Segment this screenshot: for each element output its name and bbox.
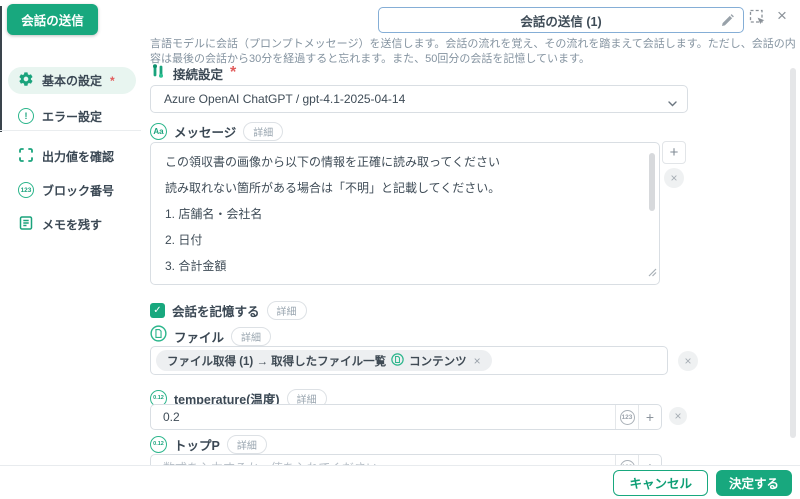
select-block-icon[interactable] xyxy=(749,9,767,32)
formula-123-button[interactable]: 123 xyxy=(615,405,638,429)
sidebar-item-error-settings[interactable]: ! エラー設定 xyxy=(8,105,102,127)
remember-checkbox[interactable]: ✓ xyxy=(150,303,165,318)
add-message-button[interactable]: + xyxy=(662,141,686,164)
submit-button[interactable]: 決定する xyxy=(716,470,792,496)
top-p-label: トップP xyxy=(174,435,220,454)
block-settings-modal: 会話の送信 会話の送信 (1) × 言語モデルに会話（プロンプトメッセージ）を送… xyxy=(0,0,800,499)
message-label: メッセージ xyxy=(174,122,236,141)
remember-label: 会話を記憶する xyxy=(172,301,260,320)
required-asterisk: * xyxy=(110,74,115,88)
connection-label-row: 接続設定 * xyxy=(150,63,236,83)
text-aa-icon: Aa xyxy=(150,123,167,140)
detail-badge[interactable]: 詳細 xyxy=(227,435,267,454)
detail-badge[interactable]: 詳細 xyxy=(267,301,307,320)
block-type-tab[interactable]: 会話の送信 xyxy=(7,4,98,35)
remove-temperature-button[interactable]: × xyxy=(669,407,687,425)
temperature-value: 0.2 xyxy=(151,410,615,424)
detail-badge[interactable]: 詳細 xyxy=(231,327,271,346)
file-circle-icon xyxy=(150,325,167,347)
gear-icon xyxy=(18,71,34,90)
message-textarea[interactable]: この領収書の画像から以下の情報を正確に読み取ってください 読み取れない箇所がある… xyxy=(150,142,660,285)
background-canvas-edge xyxy=(0,6,2,132)
file-token-chip[interactable]: ファイル取得 (1) → 取得したファイル一覧 コンテンツ × xyxy=(156,350,492,371)
sidebar-item-leave-memo[interactable]: メモを残す xyxy=(8,213,102,235)
sidebar-item-label: 基本の設定 xyxy=(42,72,102,89)
gray-123-icon: 123 xyxy=(620,410,635,425)
textarea-scrollbar-thumb[interactable] xyxy=(649,153,655,211)
resize-handle-icon[interactable] xyxy=(648,264,657,282)
modal-footer: キャンセル 決定する xyxy=(0,465,800,499)
block-title-text: 会話の送信 (1) xyxy=(520,11,601,30)
required-asterisk: * xyxy=(230,64,236,82)
message-label-row: Aa メッセージ 詳細 xyxy=(150,121,283,141)
sidebar-item-check-output[interactable]: 出力値を確認 xyxy=(8,145,114,167)
connection-label: 接続設定 xyxy=(173,64,223,83)
top-p-label-row: 0.12 トップP 詳細 xyxy=(150,434,267,454)
output-corners-icon xyxy=(18,147,34,166)
memo-icon xyxy=(18,215,34,234)
token-text: ファイル取得 (1) → 取得したファイル一覧 xyxy=(167,353,386,369)
error-exclamation-icon: ! xyxy=(18,108,34,124)
number-123-icon: 123 xyxy=(18,182,34,198)
chevron-down-icon xyxy=(668,96,677,110)
sidebar-item-label: ブロック番号 xyxy=(42,182,114,199)
sidebar-item-basic-settings[interactable]: 基本の設定 * xyxy=(8,67,136,94)
sidebar-item-block-number[interactable]: 123 ブロック番号 xyxy=(8,179,114,201)
file-icon xyxy=(391,353,404,369)
remember-row: ✓ 会話を記憶する 詳細 xyxy=(150,300,307,320)
sidebar-item-label: メモを残す xyxy=(42,216,102,233)
dialog-scrollbar-thumb[interactable] xyxy=(790,68,796,438)
file-label-row: ファイル 詳細 xyxy=(150,326,271,346)
check-icon: ✓ xyxy=(153,305,161,316)
message-text: この領収書の画像から以下の情報を正確に読み取ってください 読み取れない箇所がある… xyxy=(165,149,643,285)
edit-title-pencil-icon[interactable] xyxy=(721,13,735,30)
connection-select[interactable]: Azure OpenAI ChatGPT / gpt-4.1-2025-04-1… xyxy=(150,85,688,113)
sidebar-item-label: 出力値を確認 xyxy=(42,148,114,165)
temperature-input[interactable]: 0.2 123 + xyxy=(150,404,662,430)
remove-file-button[interactable]: × xyxy=(678,351,698,371)
sidebar-item-label: エラー設定 xyxy=(42,108,102,125)
connection-icon xyxy=(150,63,166,84)
file-label: ファイル xyxy=(174,327,224,346)
add-temperature-button[interactable]: + xyxy=(638,405,661,429)
close-icon[interactable]: × xyxy=(772,5,792,27)
decimal-012-icon: 0.12 xyxy=(150,436,167,453)
detail-badge[interactable]: 詳細 xyxy=(243,122,283,141)
block-title-input[interactable]: 会話の送信 (1) xyxy=(378,7,744,33)
token-suffix-text: コンテンツ xyxy=(409,353,467,369)
block-description: 言語モデルに会話（プロンプトメッセージ）を送信します。会話の流れを覚え、その流れ… xyxy=(150,37,796,67)
cancel-button[interactable]: キャンセル xyxy=(613,470,708,496)
remove-message-button[interactable]: × xyxy=(664,168,684,188)
connection-selected-value: Azure OpenAI ChatGPT / gpt-4.1-2025-04-1… xyxy=(164,92,405,106)
file-input[interactable]: ファイル取得 (1) → 取得したファイル一覧 コンテンツ × xyxy=(150,346,668,375)
remove-token-icon[interactable]: × xyxy=(474,354,481,368)
sidebar-divider xyxy=(0,130,141,131)
